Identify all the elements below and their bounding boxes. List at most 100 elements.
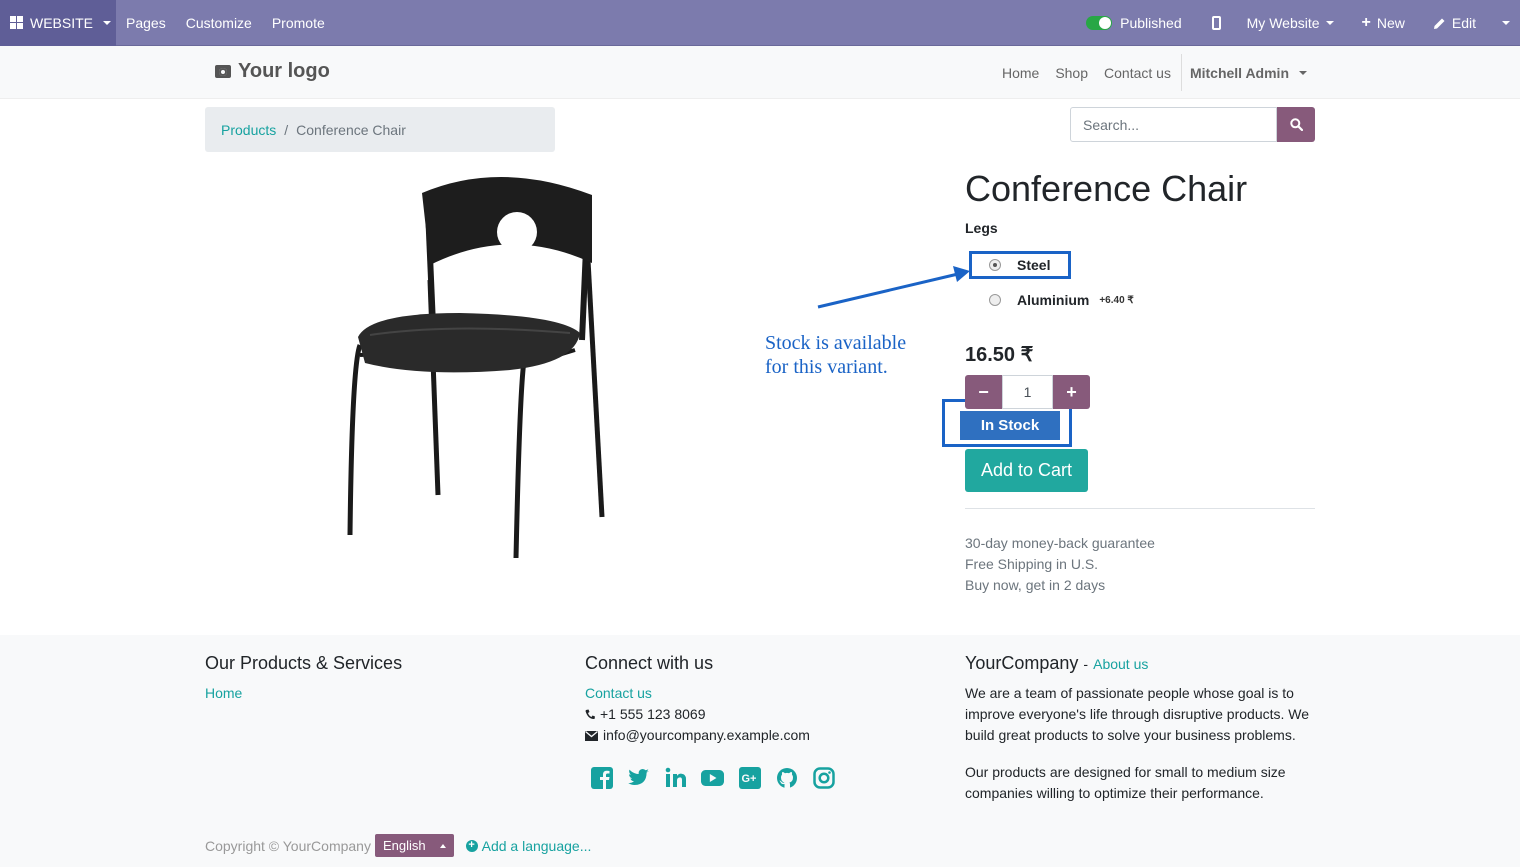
heading-dash: - [1083,656,1089,672]
footer-link-contact[interactable]: Contact us [585,683,835,704]
add-language-link[interactable]: + Add a language... [465,837,592,854]
my-website-label: My Website [1246,15,1320,31]
mobile-preview-icon[interactable] [1211,16,1221,30]
product-search [1070,107,1315,142]
edit-label: Edit [1451,15,1476,31]
admin-menu-customize[interactable]: Customize [176,15,262,31]
user-menu[interactable]: Mitchell Admin [1180,54,1315,91]
social-links: G+ [590,766,835,789]
chevron-down-icon [1502,21,1510,25]
footer-heading: YourCompany - About us [965,653,1315,674]
breadcrumb: Products / Conference Chair [205,107,555,152]
chevron-down-icon [1299,70,1307,75]
website-menu-button[interactable]: WEBSITE [0,0,116,46]
twitter-icon[interactable] [627,766,650,789]
chevron-down-icon [103,20,112,25]
footer-about-column: YourCompany - About us We are a team of … [965,653,1315,820]
footer-link-about-us[interactable]: About us [1093,656,1148,672]
footer-connect-column: Connect with us Contact us +1 555 123 80… [585,653,835,789]
instagram-icon[interactable] [812,766,835,789]
user-name: Mitchell Admin [1189,64,1289,81]
quantity-stepper: − + [965,375,1090,409]
about-paragraph-1: We are a team of passionate people whose… [965,685,1310,743]
footer-heading: Our Products & Services [205,653,403,673]
variant-option-aluminium[interactable]: Aluminium +6.40 ₹ [989,292,1134,308]
breadcrumb-products[interactable]: Products [221,122,276,138]
product-title: Conference Chair [965,168,1248,209]
company-name: YourCompany [965,653,1079,673]
language-selector[interactable]: English [374,834,454,857]
nav-contact-us[interactable]: Contact us [1096,65,1179,81]
apps-grid-icon [10,16,23,29]
github-icon[interactable] [775,766,798,789]
new-button[interactable]: + New [1344,14,1415,32]
phone-number: +1 555 123 8069 [600,706,706,722]
footer-products-column: Our Products & Services Home [205,653,402,704]
search-input[interactable] [1070,107,1277,142]
nav-shop[interactable]: Shop [1047,65,1096,81]
variant-extra-price: +6.40 ₹ [1099,294,1134,306]
email-address: info@yourcompany.example.com [603,727,810,743]
divider [965,508,1315,509]
product-image [347,176,605,559]
site-footer: Our Products & Services Home Connect wit… [0,635,1520,867]
search-icon [1289,118,1303,131]
toggle-switch-icon [1086,16,1113,30]
admin-more-dropdown[interactable] [1486,21,1520,25]
stock-status-badge: In Stock [960,411,1060,440]
copyright-bar: Copyright © YourCompany English + Add a … [205,834,591,857]
radio-unchecked-icon[interactable] [989,294,1001,306]
attribute-label: Legs [965,220,998,236]
admin-menu-pages[interactable]: Pages [116,15,176,31]
admin-bar: WEBSITE Pages Customize Promote Publishe… [0,0,1520,46]
new-label: New [1376,15,1405,31]
guarantee-item: Buy now, get in 2 days [965,577,1106,593]
add-language-label: Add a language... [481,837,592,854]
search-button[interactable] [1277,107,1315,142]
chevron-down-icon [1325,21,1334,25]
footer-phone: +1 555 123 8069 [585,704,835,725]
website-menu-label: WEBSITE [30,14,94,31]
main-nav: Home Shop Contact us Mitchell Admin [994,46,1315,99]
highlight-box-steel [969,251,1071,279]
guarantee-item: Free Shipping in U.S. [965,556,1099,572]
published-label: Published [1120,15,1182,31]
my-website-dropdown[interactable]: My Website [1237,15,1344,31]
logo-text: Your logo [238,60,330,82]
language-label: English [382,838,426,853]
nav-home[interactable]: Home [994,65,1047,81]
variant-label: Aluminium [1017,292,1090,308]
quantity-decrease-button[interactable]: − [965,375,1002,409]
chevron-up-icon [439,843,446,848]
pencil-icon [1433,18,1445,29]
guarantee-item: 30-day money-back guarantee [965,535,1155,551]
site-header: Your logo Home Shop Contact us Mitchell … [0,46,1520,99]
quantity-input[interactable] [1002,375,1053,409]
footer-heading: Connect with us [585,653,714,673]
annotation-text: Stock is available for this variant. [765,331,906,379]
published-toggle[interactable]: Published [1076,15,1192,31]
minus-icon: − [978,381,989,402]
camera-icon [215,65,231,78]
facebook-icon[interactable] [590,766,613,789]
plus-icon: + [1361,14,1371,31]
plus-circle-icon: + [465,839,478,852]
product-guarantees: 30-day money-back guarantee Free Shippin… [965,533,1155,596]
breadcrumb-current: Conference Chair [296,121,406,138]
product-price: 16.50 ₹ [965,344,1034,366]
youtube-icon[interactable] [701,766,724,789]
annotation-line-1: Stock is available [765,332,907,354]
breadcrumb-separator: / [284,121,289,138]
envelope-icon [585,730,598,741]
edit-button[interactable]: Edit [1415,15,1486,31]
plus-icon: + [1066,381,1077,402]
admin-menu-promote[interactable]: Promote [262,15,335,31]
site-logo[interactable]: Your logo [215,60,330,83]
annotation-line-2: for this variant. [765,356,888,378]
annotation-arrow-icon [817,266,970,309]
add-to-cart-button[interactable]: Add to Cart [965,449,1088,492]
linkedin-icon[interactable] [664,766,687,789]
footer-link-home[interactable]: Home [205,683,402,704]
google-plus-icon[interactable]: G+ [738,766,761,789]
quantity-increase-button[interactable]: + [1053,375,1090,409]
